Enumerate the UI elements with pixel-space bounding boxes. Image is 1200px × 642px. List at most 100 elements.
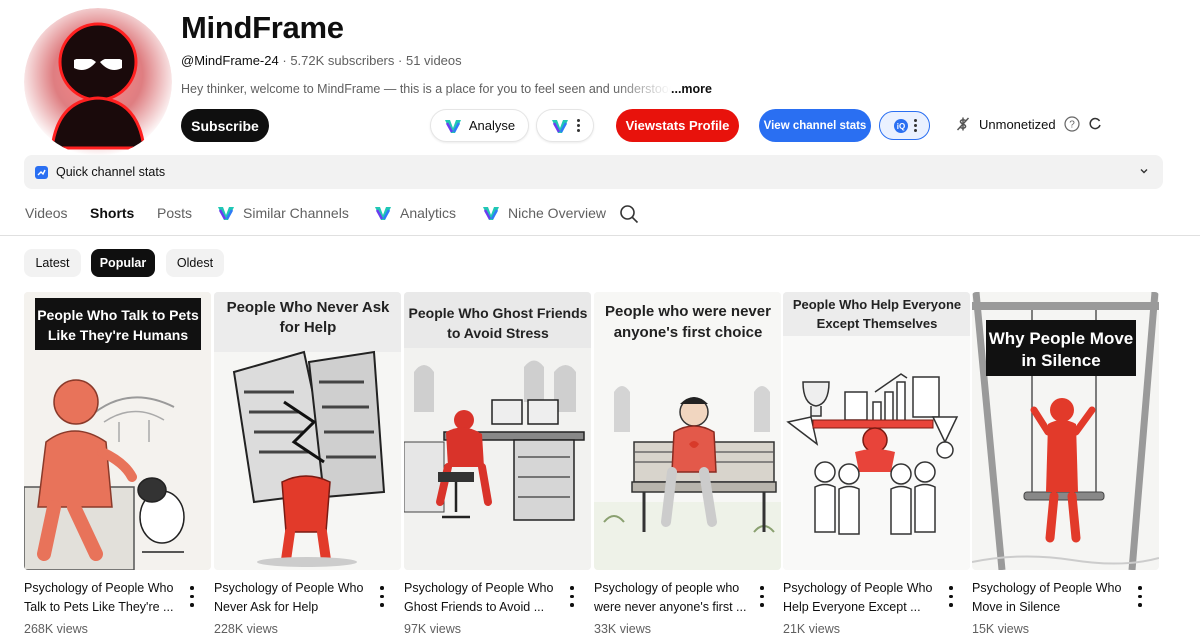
view-channel-stats-button[interactable]: View channel stats	[759, 109, 871, 142]
filter-latest[interactable]: Latest	[24, 249, 81, 277]
short-title[interactable]: Psychology of People Who Talk to Pets Li…	[24, 579, 184, 617]
filter-oldest[interactable]: Oldest	[166, 249, 224, 277]
quick-stats-label: Quick channel stats	[56, 165, 166, 179]
more-vert-icon[interactable]	[190, 586, 194, 610]
tab-label: Analytics	[400, 205, 457, 221]
short-title-line: were never anyone's first ...	[594, 600, 747, 614]
short-title-line: Psychology of People Who	[972, 581, 1122, 595]
meta-separator: ·	[398, 53, 403, 68]
filter-popular[interactable]: Popular	[91, 249, 155, 277]
more-vert-icon[interactable]	[949, 586, 953, 610]
short-title[interactable]: Psychology of people who were never anyo…	[594, 579, 754, 617]
short-title[interactable]: Psychology of People Who Ghost Friends t…	[404, 579, 564, 617]
tab-posts[interactable]: Posts	[157, 205, 192, 221]
short-title-line: Psychology of People Who	[24, 581, 174, 595]
short-title-line: Talk to Pets Like They're ...	[24, 600, 174, 614]
channel-handle: @MindFrame-24	[181, 53, 279, 68]
short-card[interactable]: People Who Talk to Pets Like They're Hum…	[24, 292, 213, 636]
view-count: 21K views	[783, 622, 840, 636]
short-title-line: Psychology of People Who	[404, 581, 554, 595]
tab-label: Similar Channels	[243, 205, 349, 221]
svg-text:iQ: iQ	[896, 122, 904, 131]
short-title-line: Move in Silence	[972, 600, 1061, 614]
extension-logo-icon: iQ	[893, 118, 908, 133]
stats-logo-icon	[35, 165, 48, 179]
help-icon[interactable]: ?	[1064, 116, 1080, 132]
view-count: 268K views	[24, 622, 88, 636]
tab-analytics[interactable]: Analytics	[374, 205, 456, 221]
tab-similar-channels[interactable]: Similar Channels	[217, 205, 349, 221]
short-title-line: Ghost Friends to Avoid ...	[404, 600, 545, 614]
search-tab[interactable]	[619, 204, 639, 224]
channel-name: MindFrame	[181, 10, 344, 45]
extension-menu-button[interactable]: iQ	[879, 111, 930, 140]
more-vert-icon[interactable]	[760, 586, 764, 610]
short-card[interactable]: People Who Never Ask for Help Psychology…	[214, 292, 403, 636]
more-vert-icon[interactable]	[380, 586, 384, 610]
thumbnail-caption: Why People Move	[989, 329, 1134, 348]
short-title[interactable]: Psychology of People Who Move in Silence	[972, 579, 1132, 617]
tab-shorts[interactable]: Shorts	[90, 205, 134, 221]
subscribe-button[interactable]: Subscribe	[181, 109, 269, 142]
viewstats-profile-button[interactable]: Viewstats Profile	[616, 109, 739, 142]
short-card[interactable]: People who were never anyone's first cho…	[594, 292, 783, 636]
more-vert-icon[interactable]	[570, 586, 574, 610]
thumbnail-caption: Like They're Humans	[48, 327, 188, 343]
more-vert-icon[interactable]	[1138, 586, 1142, 610]
search-icon	[620, 205, 639, 224]
channel-avatar[interactable]	[24, 8, 172, 156]
tab-label: Niche Overview	[508, 205, 607, 221]
short-title-line: Psychology of People Who	[214, 581, 364, 595]
video-count: 51 videos	[405, 53, 462, 68]
thumbnail-caption: for Help	[280, 319, 337, 336]
view-count: 33K views	[594, 622, 651, 636]
tab-niche-overview[interactable]: Niche Overview	[482, 205, 606, 221]
short-thumbnail[interactable]: Why People Move in Silence	[972, 292, 1159, 570]
svg-text:?: ?	[1069, 120, 1075, 131]
monetization-label: Unmonetized	[979, 116, 1056, 132]
analyse-label: Analyse	[468, 118, 516, 133]
short-card[interactable]: People Who Help Everyone Except Themselv…	[783, 292, 972, 636]
thumbnail-caption: People Who Help Everyone	[793, 297, 961, 312]
quick-channel-stats-bar[interactable]: Quick channel stats	[24, 155, 1163, 189]
thumbnail-caption: People Who Ghost Friends	[409, 305, 588, 321]
view-count: 97K views	[404, 622, 461, 636]
short-thumbnail[interactable]: People who were never anyone's first cho…	[594, 292, 781, 570]
thumbnail-caption: People Who Talk to Pets	[37, 307, 199, 323]
channel-tabs: Videos Shorts Posts Similar Channels Ana…	[0, 196, 1200, 236]
dollar-off-icon	[956, 117, 970, 131]
thumbnail-caption: People Who Never Ask	[227, 299, 390, 316]
more-vert-icon	[913, 119, 917, 132]
subscriber-count: 5.72K subscribers	[290, 53, 395, 68]
thumbnail-caption: to Avoid Stress	[447, 325, 549, 341]
more-link[interactable]: ...more	[671, 82, 712, 96]
short-title-line: Psychology of people who	[594, 581, 740, 595]
thumbnail-caption: Except Themselves	[817, 316, 938, 331]
short-thumbnail[interactable]: People Who Ghost Friends to Avoid Stress	[404, 292, 591, 570]
short-thumbnail[interactable]: People Who Help Everyone Except Themselv…	[783, 292, 970, 570]
short-title[interactable]: Psychology of People Who Never Ask for H…	[214, 579, 374, 617]
viewstats-logo-icon	[483, 207, 499, 220]
analyse-button[interactable]: Analyse	[430, 109, 529, 142]
viewstats-logo-icon	[444, 118, 462, 134]
viewstats-menu-button[interactable]	[536, 109, 594, 142]
short-title-line: Psychology of People Who	[783, 581, 933, 595]
short-title-line: Never Ask for Help	[214, 600, 319, 614]
thumbnail-caption: People who were never	[605, 303, 771, 320]
chevron-down-icon[interactable]	[1139, 166, 1149, 176]
refresh-icon[interactable]	[1088, 117, 1102, 131]
short-card[interactable]: Why People Move in Silence Psychology of…	[972, 292, 1161, 636]
tab-videos[interactable]: Videos	[25, 205, 68, 221]
short-thumbnail[interactable]: People Who Never Ask for Help	[214, 292, 401, 570]
thumbnail-caption: in Silence	[1021, 351, 1100, 370]
view-count: 15K views	[972, 622, 1029, 636]
thumbnail-caption: anyone's first choice	[614, 324, 763, 341]
short-title[interactable]: Psychology of People Who Help Everyone E…	[783, 579, 943, 617]
viewstats-logo-icon	[218, 207, 234, 220]
more-vert-icon	[576, 119, 580, 132]
description-text: Hey thinker, welcome to MindFrame — this…	[181, 82, 671, 96]
short-thumbnail[interactable]: People Who Talk to Pets Like They're Hum…	[24, 292, 211, 570]
channel-description[interactable]: Hey thinker, welcome to MindFrame — this…	[181, 82, 721, 96]
meta-separator: ·	[282, 53, 287, 68]
short-card[interactable]: People Who Ghost Friends to Avoid Stress…	[404, 292, 593, 636]
